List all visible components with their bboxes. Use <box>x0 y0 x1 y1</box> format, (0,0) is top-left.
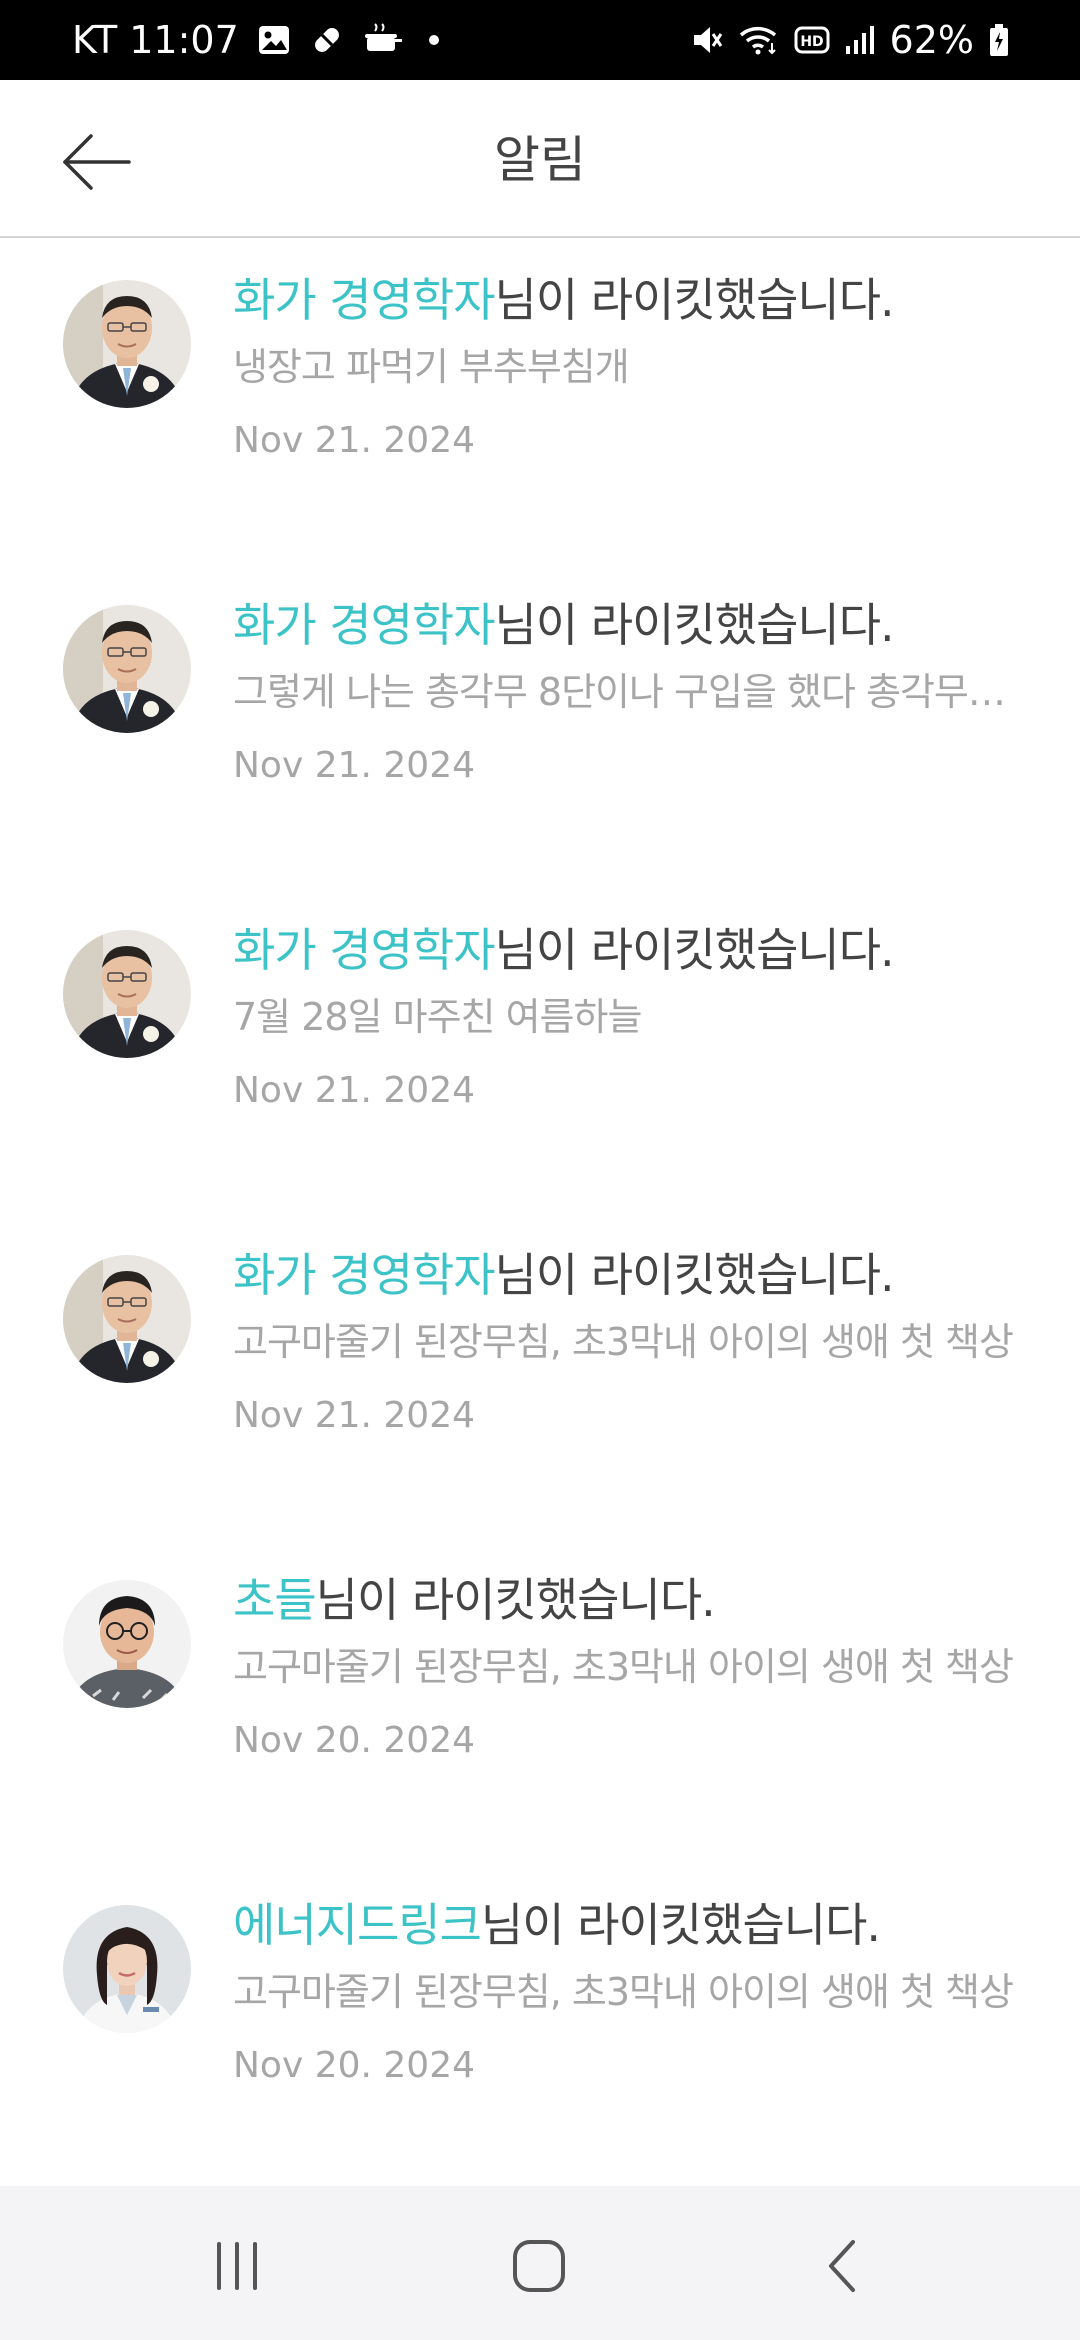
username[interactable]: 화가 경영학자 <box>233 273 496 327</box>
post-title[interactable]: 7월 28일 마주친 여름하늘 <box>233 992 1013 1042</box>
username[interactable]: 화가 경영학자 <box>233 1248 496 1302</box>
action-text: 님이 라이킷했습니다. <box>315 1573 716 1627</box>
notification-text: 에너지드링크님이 라이킷했습니다. 고구마줄기 된장무침, 초3막내 아이의 생… <box>233 1895 1040 2089</box>
avatar[interactable] <box>63 1580 191 1708</box>
status-right: HD 62% <box>690 18 1010 62</box>
notification-date: Nov 21. 2024 <box>233 1395 476 1436</box>
system-back-button[interactable] <box>788 2216 898 2316</box>
notification-item[interactable]: 화가 경영학자님이 라이킷했습니다. 7월 28일 마주친 여름하늘 Nov 2… <box>0 890 1080 1215</box>
action-text: 님이 라이킷했습니다. <box>494 598 895 652</box>
post-title[interactable]: 고구마줄기 된장무침, 초3막내 아이의 생애 첫 책상 <box>233 1642 1013 1692</box>
action-text: 님이 라이킷했습니다. <box>494 923 895 977</box>
notification-text: 화가 경영학자님이 라이킷했습니다. 고구마줄기 된장무침, 초3막내 아이의 … <box>233 1245 1040 1439</box>
pot-icon <box>363 20 403 60</box>
wifi-icon <box>738 20 780 60</box>
recent-apps-icon <box>217 2242 257 2290</box>
avatar[interactable] <box>63 1255 191 1383</box>
action-text: 님이 라이킷했습니다. <box>480 1898 881 1952</box>
post-title[interactable]: 고구마줄기 된장무침, 초3막내 아이의 생애 첫 책상 <box>233 1967 1013 2017</box>
username[interactable]: 화가 경영학자 <box>233 923 496 977</box>
notification-headline: 화가 경영학자님이 라이킷했습니다. <box>233 270 1040 330</box>
hd-icon: HD <box>794 20 830 60</box>
notification-headline: 에너지드링크님이 라이킷했습니다. <box>233 1895 1040 1955</box>
svg-text:HD: HD <box>800 34 823 50</box>
notification-date: Nov 21. 2024 <box>233 745 476 786</box>
notification-dot <box>428 35 439 45</box>
notification-text: 화가 경영학자님이 라이킷했습니다. 냉장고 파먹기 부추부침개 Nov 21.… <box>233 270 1040 464</box>
notification-headline: 화가 경영학자님이 라이킷했습니다. <box>233 595 1040 655</box>
notification-date: Nov 20. 2024 <box>233 1720 476 1761</box>
username[interactable]: 화가 경영학자 <box>233 598 496 652</box>
avatar[interactable] <box>63 1905 191 2033</box>
carrier-time: KT 11:07 <box>72 18 239 62</box>
notification-item[interactable]: 화가 경영학자님이 라이킷했습니다. 냉장고 파먹기 부추부침개 Nov 21.… <box>0 240 1080 565</box>
action-text: 님이 라이킷했습니다. <box>494 273 895 327</box>
notification-date: Nov 21. 2024 <box>233 1070 476 1111</box>
signal-icon <box>844 20 876 60</box>
notification-list: 화가 경영학자님이 라이킷했습니다. 냉장고 파먹기 부추부침개 Nov 21.… <box>0 240 1080 2190</box>
username[interactable]: 초들 <box>233 1573 317 1627</box>
page-title: 알림 <box>494 131 586 189</box>
notification-date: Nov 21. 2024 <box>233 420 476 461</box>
image-icon <box>257 20 291 60</box>
app-header: 알림 <box>0 80 1080 238</box>
back-icon <box>829 2240 855 2292</box>
notification-item[interactable]: 화가 경영학자님이 라이킷했습니다. 그렇게 나는 총각무 8단이나 구입을 했… <box>0 565 1080 890</box>
post-title[interactable]: 냉장고 파먹기 부추부침개 <box>233 342 1013 392</box>
status-bar: KT 11:07 HD 62% <box>0 0 1080 80</box>
username[interactable]: 에너지드링크 <box>233 1898 482 1952</box>
notification-headline: 화가 경영학자님이 라이킷했습니다. <box>233 1245 1040 1305</box>
notification-headline: 화가 경영학자님이 라이킷했습니다. <box>233 920 1040 980</box>
post-title[interactable]: 고구마줄기 된장무침, 초3막내 아이의 생애 첫 책상 <box>233 1317 1013 1367</box>
mute-icon <box>690 20 724 60</box>
battery-percent: 62% <box>889 18 974 62</box>
avatar[interactable] <box>63 605 191 733</box>
home-icon <box>513 2240 565 2292</box>
avatar[interactable] <box>63 930 191 1058</box>
pill-icon <box>309 20 345 60</box>
avatar[interactable] <box>63 280 191 408</box>
action-text: 님이 라이킷했습니다. <box>494 1248 895 1302</box>
home-button[interactable] <box>484 2216 594 2316</box>
notification-text: 화가 경영학자님이 라이킷했습니다. 그렇게 나는 총각무 8단이나 구입을 했… <box>233 595 1040 789</box>
notification-headline: 초들님이 라이킷했습니다. <box>233 1570 1040 1630</box>
notification-item[interactable]: 화가 경영학자님이 라이킷했습니다. 고구마줄기 된장무침, 초3막내 아이의 … <box>0 1215 1080 1540</box>
notification-text: 화가 경영학자님이 라이킷했습니다. 7월 28일 마주친 여름하늘 Nov 2… <box>233 920 1040 1114</box>
notification-item[interactable]: 초들님이 라이킷했습니다. 고구마줄기 된장무침, 초3막내 아이의 생애 첫 … <box>0 1540 1080 1865</box>
battery-icon <box>988 20 1010 60</box>
notification-text: 초들님이 라이킷했습니다. 고구마줄기 된장무침, 초3막내 아이의 생애 첫 … <box>233 1570 1040 1764</box>
notification-item[interactable]: 에너지드링크님이 라이킷했습니다. 고구마줄기 된장무침, 초3막내 아이의 생… <box>0 1865 1080 2190</box>
notification-date: Nov 20. 2024 <box>233 2045 476 2086</box>
system-nav-bar <box>0 2186 1080 2340</box>
post-title[interactable]: 그렇게 나는 총각무 8단이나 구입을 했다 총각무김… <box>233 667 1013 717</box>
recent-apps-button[interactable] <box>182 2216 292 2316</box>
status-left: KT 11:07 <box>72 18 439 62</box>
